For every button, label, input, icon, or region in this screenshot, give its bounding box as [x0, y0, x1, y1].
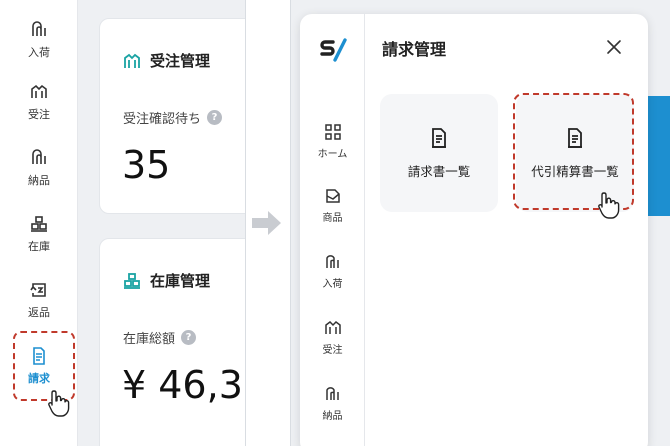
card-title: 在庫管理 [150, 272, 211, 290]
inventory-management-card[interactable]: 在庫管理 在庫総額 ? ¥ 46,3 [99, 238, 245, 446]
sidebar-item-label: 納品 [322, 410, 343, 422]
invoice-list-tile[interactable]: 請求書一覧 [380, 94, 498, 212]
inbound-icon [325, 254, 339, 268]
sidebar-item-order[interactable]: 受注 [0, 74, 78, 130]
sidebar-item-label: 返品 [28, 306, 50, 319]
modal-sidebar: ホーム 商品 入荷 受注 納品 [300, 14, 365, 446]
sidebar-item-label: 受注 [322, 344, 343, 356]
sidebar-item-label: 商品 [322, 212, 343, 224]
close-icon[interactable] [605, 38, 623, 56]
sidebar-item-label: 納品 [28, 174, 50, 187]
pending-orders-count: 35 [122, 143, 171, 187]
background-accent-strip [647, 96, 670, 216]
sidebar-item-label: 在庫 [28, 240, 50, 253]
return-icon [30, 283, 46, 297]
brand-logo-icon[interactable] [319, 38, 347, 62]
sidebar-item-inbound[interactable]: 入荷 [0, 12, 78, 68]
delivery-icon [32, 149, 46, 164]
card-title: 受注管理 [150, 52, 211, 70]
card-subtitle: 在庫総額 ? [123, 328, 197, 347]
sidebar-item-label: 入荷 [322, 278, 343, 290]
card-subtitle-text: 受注確認待ち [123, 112, 202, 127]
sidebar-item-home[interactable]: ホーム [300, 116, 365, 166]
hand-cursor-icon [48, 390, 70, 417]
sidebar-item-label: 入荷 [28, 46, 50, 59]
help-icon[interactable]: ? [207, 110, 223, 125]
inventory-icon [31, 216, 47, 232]
hand-cursor-icon [598, 192, 620, 219]
sidebar-item-inventory[interactable]: 在庫 [0, 206, 78, 262]
tile-label: 請求書一覧 [407, 163, 471, 179]
card-subtitle-text: 在庫総額 [123, 332, 176, 347]
document-icon [432, 127, 446, 148]
modal-title: 請求管理 [382, 40, 447, 59]
sidebar-item-label: ホーム [317, 148, 348, 160]
sidebar-item-return[interactable]: 返品 [0, 272, 78, 328]
order-management-card[interactable]: 受注管理 受注確認待ち ? 35 [99, 18, 245, 214]
product-icon [325, 188, 340, 203]
sidebar-item-product[interactable]: 商品 [300, 180, 365, 230]
help-icon[interactable]: ? [181, 330, 197, 345]
sidebar-item-order[interactable]: 受注 [300, 312, 365, 362]
order-icon [324, 320, 341, 334]
order-icon [31, 84, 47, 98]
sidebar-item-inbound[interactable]: 入荷 [300, 246, 365, 296]
arrow-right-icon [252, 211, 281, 235]
card-subtitle: 受注確認待ち ? [123, 108, 223, 127]
card-header: 受注管理 [122, 50, 210, 71]
sidebar-item-label: 受注 [28, 108, 50, 121]
inventory-total-value: ¥ 46,3 [122, 363, 243, 407]
sidebar-item-delivery[interactable]: 納品 [300, 378, 365, 428]
sidebar-item-delivery[interactable]: 納品 [0, 140, 78, 196]
inbound-icon [32, 21, 46, 36]
delivery-icon [325, 386, 339, 400]
card-header: 在庫管理 [122, 270, 210, 291]
home-grid-icon [324, 123, 341, 140]
invoice-management-modal: ホーム 商品 入荷 受注 納品 請求管理 請求書一覧 代引精算書一覧 [300, 14, 648, 446]
order-icon [124, 53, 140, 68]
inventory-icon [124, 272, 140, 289]
